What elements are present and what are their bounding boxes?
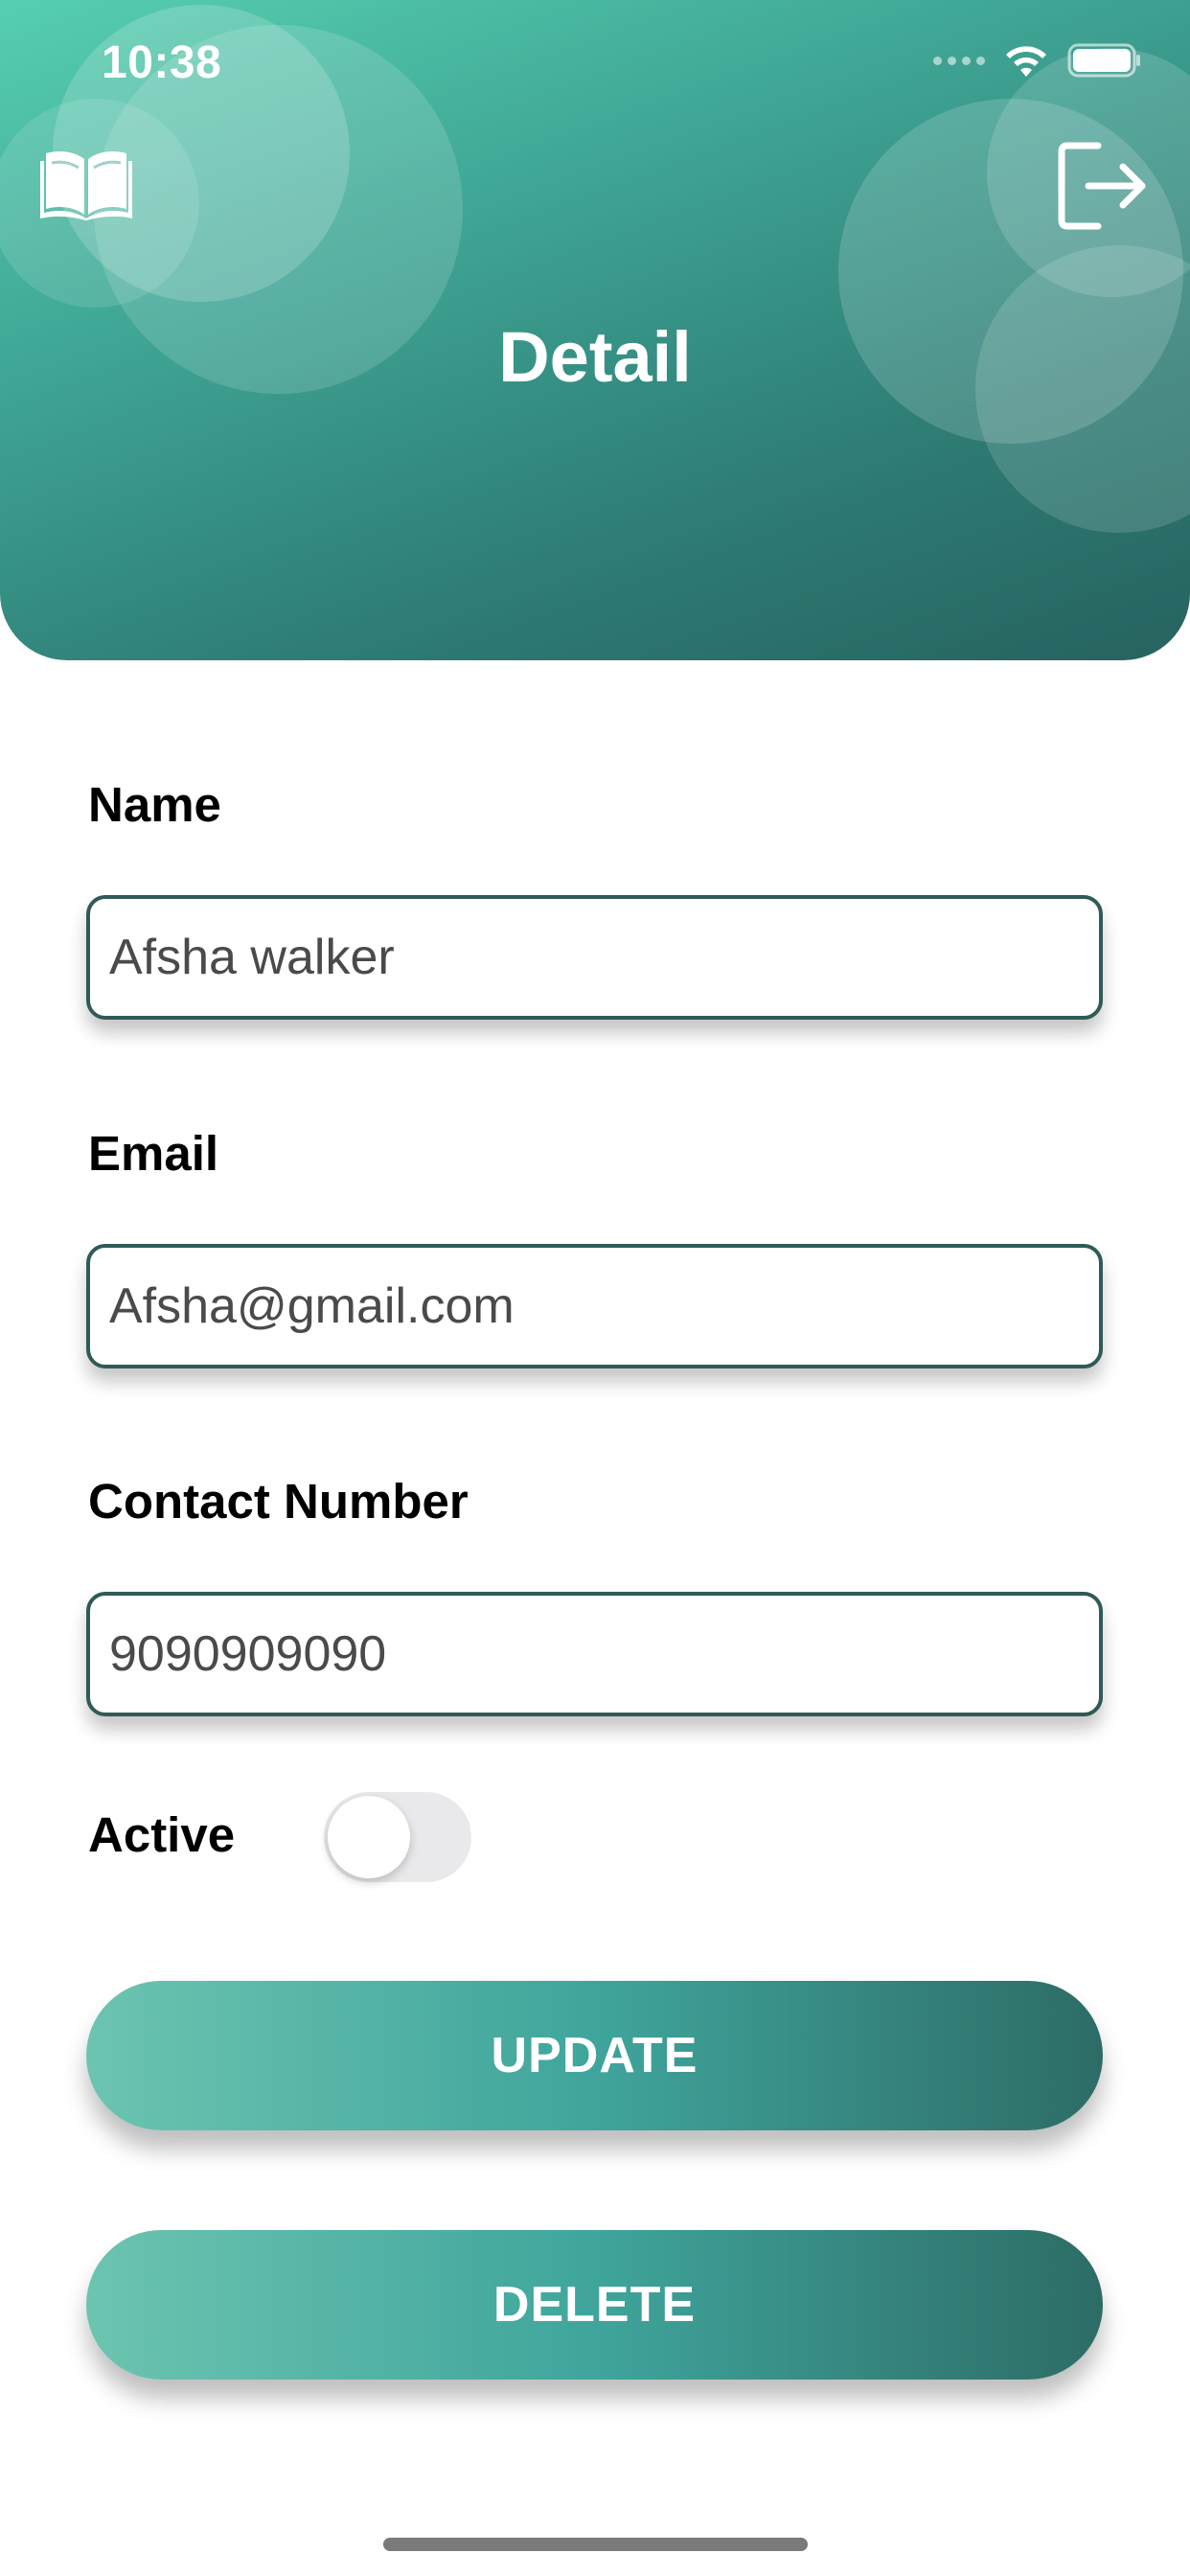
active-label: Active [88, 1807, 236, 1862]
name-label: Name [88, 777, 221, 832]
logout-icon[interactable] [1054, 138, 1150, 234]
page-title: Detail [498, 317, 692, 397]
home-indicator [383, 2538, 808, 2551]
email-label: Email [88, 1126, 219, 1181]
battery-icon [1067, 42, 1142, 79]
update-button[interactable]: UPDATE [86, 1981, 1103, 2130]
header: 10:38 Detail [0, 0, 1190, 660]
delete-button[interactable]: DELETE [86, 2230, 1103, 2380]
contact-number-field-box [86, 1592, 1103, 1716]
status-time: 10:38 [102, 37, 222, 88]
name-input[interactable] [90, 899, 1099, 1016]
toggle-knob [328, 1796, 410, 1878]
status-icons [933, 42, 1142, 79]
contact-number-label: Contact Number [88, 1474, 469, 1529]
name-field-box [86, 895, 1103, 1020]
detail-screen: 10:38 Detail Name Afsha walker Email Afs… [0, 0, 1190, 2576]
contact-number-input[interactable] [90, 1596, 1099, 1713]
book-icon[interactable] [40, 144, 132, 220]
wifi-icon [1002, 42, 1050, 79]
email-field-box [86, 1244, 1103, 1368]
active-toggle[interactable] [324, 1792, 471, 1882]
email-input[interactable] [90, 1248, 1099, 1365]
cellular-signal-icon [933, 56, 985, 65]
